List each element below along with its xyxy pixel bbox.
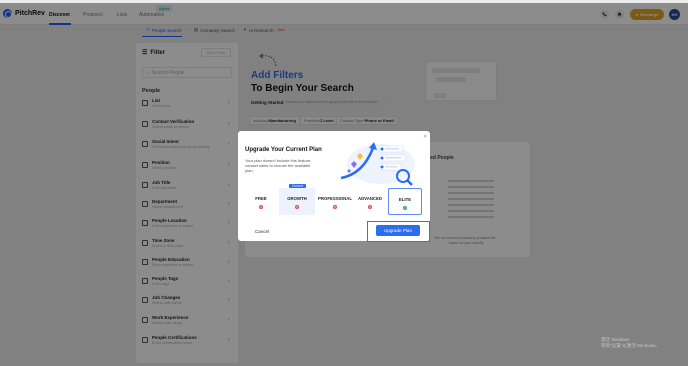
cross-icon: ✕ [333, 205, 337, 209]
highlight-box [367, 221, 430, 242]
watermark-line-2: 转到"设置"以激活 Windows。 [601, 343, 660, 348]
plan-elite[interactable]: ELITE ✓ [388, 188, 422, 215]
current-plan-badge: Current [289, 184, 306, 188]
plan-name: GROWTH [287, 196, 307, 201]
plan-name: PROFESSIONAL [318, 196, 352, 201]
cancel-button[interactable]: Cancel [255, 229, 269, 234]
cross-icon: ✕ [259, 205, 263, 209]
modal-title: Upgrade Your Current Plan [245, 147, 322, 153]
plan-free[interactable]: FREE ✕ [245, 188, 277, 215]
check-icon: ✓ [403, 206, 407, 210]
plan-name: ADVANCED [357, 196, 383, 201]
plan-advanced[interactable]: ADVANCED ✕ [355, 188, 385, 215]
plan-name: FREE [255, 196, 267, 201]
close-icon[interactable]: ✕ [423, 134, 427, 140]
windows-activation-watermark: 激活 Windows 转到"设置"以激活 Windows。 [601, 337, 660, 349]
plan-name: ELITE [398, 197, 412, 202]
plan-professional[interactable]: PROFESSIONAL ✕ [317, 188, 353, 215]
upgrade-illustration [340, 142, 415, 186]
plan-comparison: FREE ✕ GROWTH ✕ Current PROFESSIONAL ✕ A… [245, 184, 423, 215]
plan-growth[interactable]: GROWTH ✕ [279, 188, 315, 215]
cross-icon: ✕ [368, 205, 372, 209]
modal-description: Your plan doesn't include this feature, … [245, 158, 312, 173]
cross-icon: ✕ [295, 205, 299, 209]
